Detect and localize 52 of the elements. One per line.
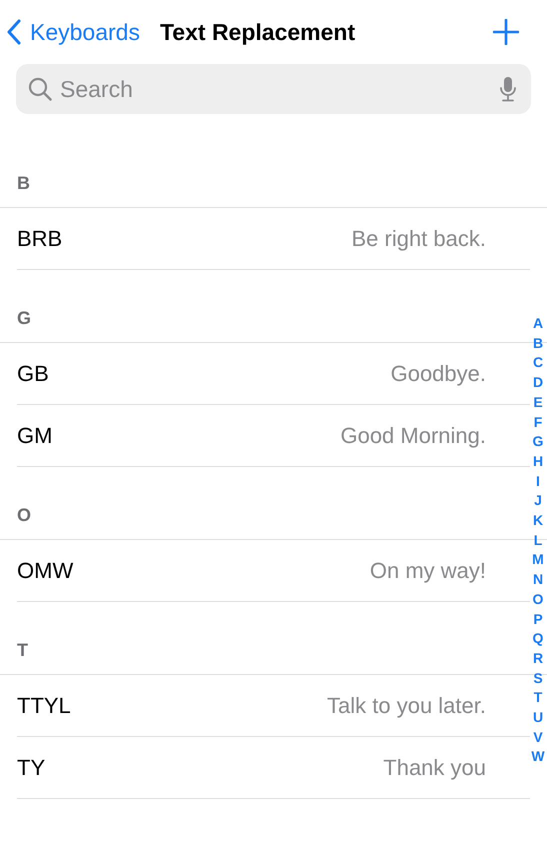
index-letter[interactable]: P (533, 610, 543, 630)
shortcut-text: OMW (17, 557, 74, 585)
index-letter[interactable]: R (532, 648, 544, 669)
index-letter[interactable]: A (532, 314, 544, 334)
index-letter[interactable]: N (532, 570, 544, 590)
index-letter[interactable]: B (532, 334, 544, 354)
section-header: T (17, 639, 28, 662)
index-letter[interactable]: O (532, 590, 544, 610)
shortcut-text: GB (17, 360, 49, 388)
index-letter[interactable]: M (532, 550, 544, 570)
index-letter[interactable]: J (534, 491, 542, 512)
index-letter[interactable]: C (532, 353, 544, 374)
replacement-row[interactable]: TTYL Talk to you later. (17, 675, 530, 737)
index-letter[interactable]: V (533, 728, 543, 748)
phrase-text: Be right back. (351, 225, 486, 253)
shortcut-text: TTYL (17, 692, 71, 720)
index-letter[interactable]: I (536, 472, 540, 492)
search-icon (28, 77, 52, 101)
back-button[interactable]: Keyboards (6, 14, 140, 50)
index-letter[interactable]: G (532, 432, 544, 452)
replacement-row[interactable]: GB Goodbye. (17, 343, 530, 405)
phrase-text: Goodbye. (390, 360, 486, 388)
index-letter[interactable]: L (534, 530, 542, 550)
index-letter[interactable]: W (531, 747, 545, 768)
shortcut-text: TY (17, 754, 46, 782)
section-header: O (17, 504, 32, 527)
replacement-row[interactable]: GM Good Morning. (17, 405, 530, 467)
index-letter[interactable]: E (533, 392, 543, 413)
phrase-text: Talk to you later. (327, 692, 486, 720)
section-header: G (17, 307, 32, 330)
phrase-text: Good Morning. (340, 422, 486, 450)
shortcut-text: BRB (17, 225, 62, 253)
add-button[interactable] (493, 19, 519, 45)
index-letter[interactable]: H (532, 452, 544, 472)
phrase-text: Thank you (383, 754, 486, 782)
index-letter[interactable]: Q (532, 629, 544, 649)
index-letter[interactable]: K (532, 511, 544, 531)
replacement-row[interactable]: BRB Be right back. (17, 208, 530, 270)
screen-title: Text Replacement (160, 18, 356, 47)
section-header: B (17, 172, 30, 195)
index-letter[interactable]: D (532, 373, 544, 393)
replacement-row[interactable]: TY Thank you (17, 737, 530, 799)
shortcut-text: GM (17, 422, 52, 450)
index-letter[interactable]: F (534, 412, 542, 432)
microphone-icon[interactable] (499, 76, 517, 102)
index-letter[interactable]: U (532, 708, 544, 728)
phrase-text: On my way! (370, 557, 486, 585)
replacement-row[interactable]: OMW On my way! (17, 540, 530, 602)
index-letter[interactable]: S (533, 668, 543, 688)
search-field[interactable]: Search (16, 64, 531, 114)
chevron-left-icon (6, 19, 22, 45)
index-letter[interactable]: T (534, 688, 542, 708)
